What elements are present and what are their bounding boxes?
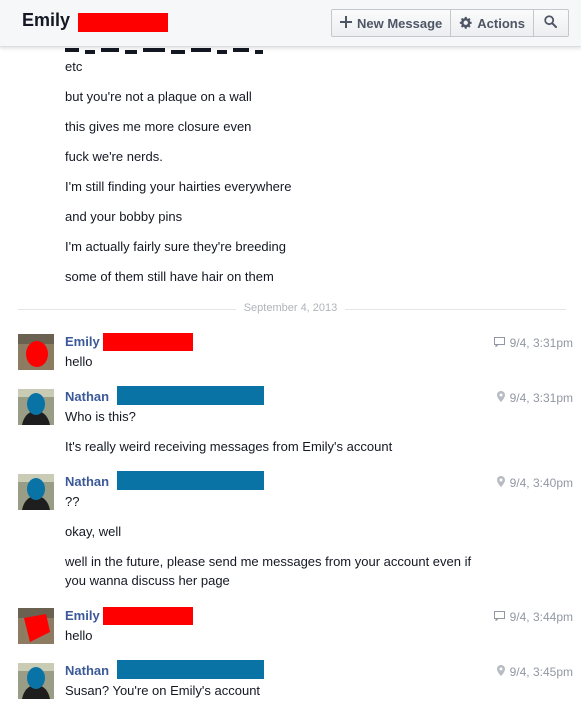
message-line: ?? — [65, 494, 80, 509]
message-line: and your bobby pins — [65, 209, 183, 224]
conversation-title: Emily — [22, 10, 71, 30]
message-author[interactable]: Nathan — [65, 474, 109, 489]
message-line: Susan? You're on Emily's account — [65, 683, 261, 698]
message-author[interactable]: Emily — [65, 334, 100, 349]
redacted-name-bar — [117, 660, 264, 679]
message-line: some of them still have hair on them — [65, 269, 274, 284]
message-line: hello — [65, 354, 93, 369]
message-line: but you're not a plaque on a wall — [65, 89, 252, 104]
chat-icon — [493, 610, 505, 624]
message-line: Who is this? — [65, 409, 136, 424]
message-timestamp: 9/4, 3:40pm — [496, 476, 573, 490]
chat-icon — [493, 336, 505, 350]
avatar-nathan[interactable] — [18, 389, 54, 425]
message-line: this gives me more closure even — [65, 119, 252, 134]
message-author[interactable]: Nathan — [65, 663, 109, 678]
message-time: 9/4, 3:31pm — [509, 391, 573, 405]
message-time: 9/4, 3:45pm — [509, 665, 573, 679]
redacted-name-bar — [78, 13, 168, 32]
redacted-name-bar — [103, 333, 193, 351]
date-divider: September 4, 2013 — [0, 302, 581, 314]
redacted-name-bar — [117, 471, 264, 490]
message-line: I'm still finding your hairties everywhe… — [65, 179, 292, 194]
message-time: 9/4, 3:44pm — [509, 610, 573, 624]
avatar-emily[interactable] — [18, 608, 54, 644]
redacted-name-bar — [117, 386, 264, 405]
plus-icon — [340, 16, 352, 30]
message-author[interactable]: Emily — [65, 608, 100, 623]
location-pin-icon — [496, 665, 505, 679]
new-message-label: New Message — [357, 15, 443, 31]
location-pin-icon — [496, 391, 505, 405]
message-line: well in the future, please send me messa… — [65, 554, 472, 569]
avatar-emily[interactable] — [18, 334, 54, 370]
actions-label: Actions — [477, 15, 525, 31]
message-timestamp: 9/4, 3:31pm — [493, 336, 573, 350]
avatar-nathan[interactable] — [18, 663, 54, 699]
message-timestamp: 9/4, 3:45pm — [496, 665, 573, 679]
message-line: It's really weird receiving messages fro… — [65, 439, 393, 454]
message-timestamp: 9/4, 3:31pm — [496, 391, 573, 405]
avatar-nathan[interactable] — [18, 474, 54, 510]
message-timestamp: 9/4, 3:44pm — [493, 610, 573, 624]
conversation-header: Emily New Message Actions — [0, 0, 581, 47]
date-divider-label: September 4, 2013 — [235, 302, 346, 314]
message-line: fuck we're nerds. — [65, 149, 163, 164]
message-line: etc — [65, 59, 83, 74]
search-icon — [544, 15, 558, 31]
search-button[interactable] — [534, 10, 568, 36]
redacted-name-bar — [103, 607, 193, 625]
message-time: 9/4, 3:31pm — [509, 336, 573, 350]
actions-button[interactable]: Actions — [451, 10, 534, 36]
message-author[interactable]: Nathan — [65, 389, 109, 404]
message-line: okay, well — [65, 524, 122, 539]
location-pin-icon — [496, 476, 505, 490]
message-line: hello — [65, 628, 93, 643]
header-actions: New Message Actions — [331, 9, 569, 37]
new-message-button[interactable]: New Message — [332, 10, 452, 36]
message-line: you wanna discuss her page — [65, 573, 230, 588]
gear-icon — [459, 16, 472, 31]
message-time: 9/4, 3:40pm — [509, 476, 573, 490]
message-line: I'm actually fairly sure they're breedin… — [65, 239, 287, 254]
